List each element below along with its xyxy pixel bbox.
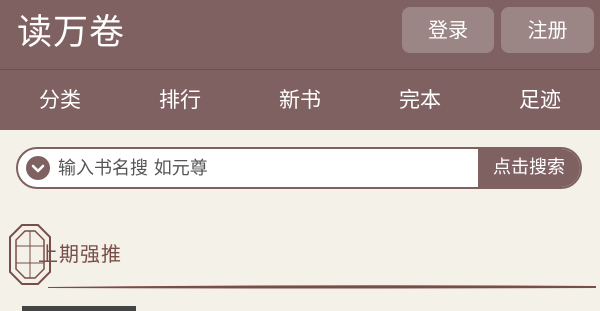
- register-button[interactable]: 注册: [501, 7, 594, 53]
- top-header: 读万卷 登录 注册: [0, 0, 600, 70]
- nav-item-category[interactable]: 分类: [0, 70, 120, 130]
- search-button[interactable]: 点击搜索: [478, 149, 580, 187]
- book-cover-edge: [22, 306, 136, 311]
- section-divider: [48, 285, 596, 289]
- main-nav: 分类 排行 新书 完本 足迹: [0, 70, 600, 130]
- section-header: 上期强推: [8, 222, 596, 292]
- nav-item-new-books[interactable]: 新书: [240, 70, 360, 130]
- search-input[interactable]: [58, 149, 478, 187]
- nav-item-completed[interactable]: 完本: [360, 70, 480, 130]
- nav-item-ranking[interactable]: 排行: [120, 70, 240, 130]
- search-bar: 点击搜索: [16, 147, 582, 189]
- section-title: 上期强推: [38, 242, 122, 266]
- site-title[interactable]: 读万卷: [17, 8, 125, 58]
- nav-item-history[interactable]: 足迹: [480, 70, 600, 130]
- login-button[interactable]: 登录: [402, 7, 494, 53]
- chevron-down-icon[interactable]: [26, 156, 50, 180]
